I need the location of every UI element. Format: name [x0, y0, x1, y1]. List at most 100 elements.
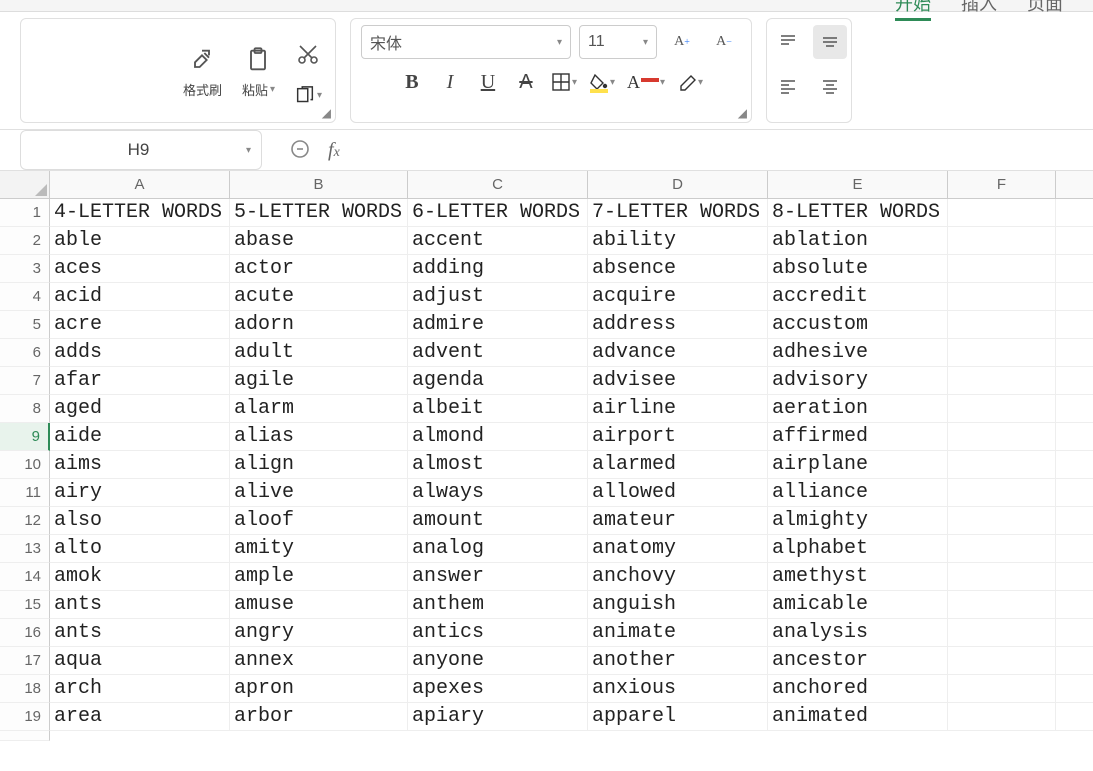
row-header[interactable]: 17 [0, 647, 50, 675]
cell[interactable]: ability [588, 227, 768, 255]
decrease-font-button[interactable]: A− [707, 25, 741, 59]
cell[interactable]: amity [230, 535, 408, 563]
cell[interactable]: absolute [768, 255, 948, 283]
select-all-corner[interactable] [0, 171, 50, 199]
cell[interactable] [1056, 675, 1093, 703]
row-header[interactable]: 7 [0, 367, 50, 395]
cell[interactable] [948, 507, 1056, 535]
align-top-button[interactable] [771, 25, 805, 59]
cell[interactable]: angry [230, 619, 408, 647]
cell[interactable]: acid [50, 283, 230, 311]
row-header[interactable]: 19 [0, 703, 50, 731]
cell[interactable]: alto [50, 535, 230, 563]
cell[interactable] [1056, 423, 1093, 451]
cell[interactable] [948, 255, 1056, 283]
cell[interactable] [948, 451, 1056, 479]
cell[interactable]: answer [408, 563, 588, 591]
cell[interactable]: anxious [588, 675, 768, 703]
cell[interactable] [948, 479, 1056, 507]
cell[interactable]: adds [50, 339, 230, 367]
cell[interactable]: 8-LETTER WORDS [768, 199, 948, 227]
cell[interactable] [948, 535, 1056, 563]
cell[interactable]: 4-LETTER WORDS [50, 199, 230, 227]
row-header[interactable]: 12 [0, 507, 50, 535]
cell[interactable]: also [50, 507, 230, 535]
strikethrough-button[interactable]: A [513, 69, 539, 95]
cell[interactable]: almond [408, 423, 588, 451]
cell[interactable]: annex [230, 647, 408, 675]
cell[interactable] [948, 423, 1056, 451]
cell[interactable] [1056, 591, 1093, 619]
cell[interactable]: adorn [230, 311, 408, 339]
cell[interactable]: allowed [588, 479, 768, 507]
cell[interactable]: agile [230, 367, 408, 395]
cell[interactable]: amethyst [768, 563, 948, 591]
cell[interactable] [1056, 367, 1093, 395]
cell[interactable]: aims [50, 451, 230, 479]
cell[interactable]: albeit [408, 395, 588, 423]
formula-input[interactable] [340, 130, 1093, 170]
cell[interactable]: another [588, 647, 768, 675]
cell[interactable]: ancestor [768, 647, 948, 675]
cell[interactable]: anguish [588, 591, 768, 619]
cell[interactable]: arch [50, 675, 230, 703]
cell[interactable]: adjust [408, 283, 588, 311]
cell[interactable]: always [408, 479, 588, 507]
row-header[interactable]: 5 [0, 311, 50, 339]
cell[interactable]: absence [588, 255, 768, 283]
cell[interactable] [1056, 199, 1093, 227]
cell[interactable]: airport [588, 423, 768, 451]
cell[interactable]: alias [230, 423, 408, 451]
cell[interactable] [948, 227, 1056, 255]
cell[interactable]: animate [588, 619, 768, 647]
cell[interactable]: align [230, 451, 408, 479]
cell[interactable]: apiary [408, 703, 588, 731]
column-header[interactable]: A [50, 171, 230, 199]
cell[interactable] [1056, 339, 1093, 367]
cell[interactable] [1056, 703, 1093, 731]
cell[interactable] [1056, 647, 1093, 675]
cell[interactable] [948, 675, 1056, 703]
fill-color-button[interactable]: ▾ [589, 72, 615, 92]
font-color-button[interactable]: A ▾ [627, 72, 665, 93]
row-header[interactable]: 10 [0, 451, 50, 479]
cell[interactable]: anchovy [588, 563, 768, 591]
cell[interactable]: aqua [50, 647, 230, 675]
cell[interactable]: acute [230, 283, 408, 311]
row-header[interactable]: 3 [0, 255, 50, 283]
paste-button[interactable]: 粘贴▾ [238, 40, 279, 103]
cell[interactable]: airy [50, 479, 230, 507]
cell[interactable]: amount [408, 507, 588, 535]
cell[interactable] [948, 199, 1056, 227]
bold-button[interactable]: B [399, 69, 425, 95]
row-header[interactable]: 11 [0, 479, 50, 507]
cell[interactable] [948, 367, 1056, 395]
cell[interactable]: aide [50, 423, 230, 451]
cell[interactable]: ants [50, 591, 230, 619]
cell[interactable] [948, 339, 1056, 367]
cell[interactable]: analog [408, 535, 588, 563]
cell[interactable]: advance [588, 339, 768, 367]
cell[interactable] [948, 619, 1056, 647]
row-header[interactable] [0, 731, 50, 741]
align-middle-button[interactable] [813, 25, 847, 59]
cell[interactable] [948, 591, 1056, 619]
column-header[interactable] [1056, 171, 1093, 199]
cell[interactable] [1056, 563, 1093, 591]
cell[interactable]: advisee [588, 367, 768, 395]
cell[interactable]: amateur [588, 507, 768, 535]
cell[interactable]: airline [588, 395, 768, 423]
cell[interactable]: alliance [768, 479, 948, 507]
row-header[interactable]: 9 [0, 423, 50, 451]
cell[interactable]: apron [230, 675, 408, 703]
cell[interactable]: adult [230, 339, 408, 367]
cell[interactable]: aces [50, 255, 230, 283]
cell[interactable]: actor [230, 255, 408, 283]
cancel-formula-button[interactable] [290, 139, 310, 162]
cell[interactable]: airplane [768, 451, 948, 479]
cell[interactable]: area [50, 703, 230, 731]
cell[interactable] [948, 647, 1056, 675]
cell[interactable]: amicable [768, 591, 948, 619]
row-header[interactable]: 16 [0, 619, 50, 647]
cell[interactable]: address [588, 311, 768, 339]
